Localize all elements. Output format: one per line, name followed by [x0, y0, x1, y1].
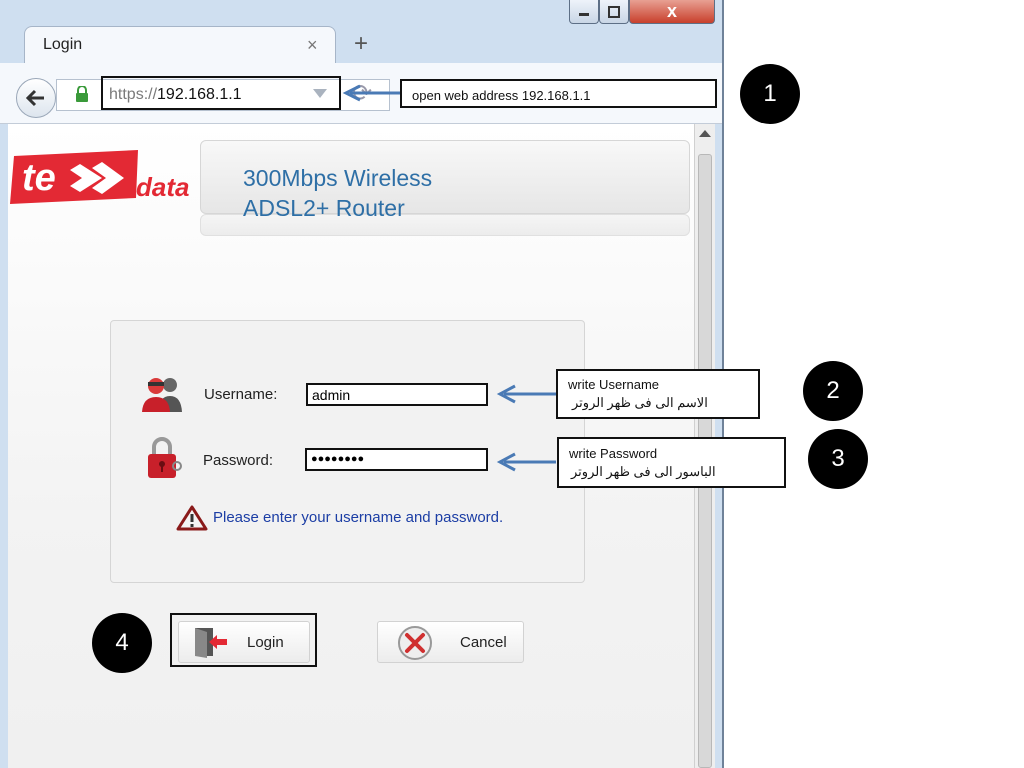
step-number-2: 2 — [803, 361, 863, 421]
step2-text-ar: الاسم الى فى ظهر الروتر — [572, 395, 708, 410]
step3-callout: write Password الباسور الى فى ظهر الروتر — [557, 437, 786, 488]
step2-text-en: write Username — [568, 377, 660, 392]
step-number-3: 3 — [808, 429, 868, 489]
step1-text: open web address 192.168.1.1 — [412, 88, 591, 103]
annotation-arrows — [342, 84, 556, 472]
step3-text-ar: الباسور الى فى ظهر الروتر — [571, 464, 716, 479]
step2-callout: write Username الاسم الى فى ظهر الروتر — [556, 369, 760, 419]
step-number-1: 1 — [740, 64, 800, 124]
step1-callout: open web address 192.168.1.1 — [400, 79, 717, 108]
step3-text-en: write Password — [569, 446, 658, 461]
step-number-4: 4 — [92, 613, 152, 673]
